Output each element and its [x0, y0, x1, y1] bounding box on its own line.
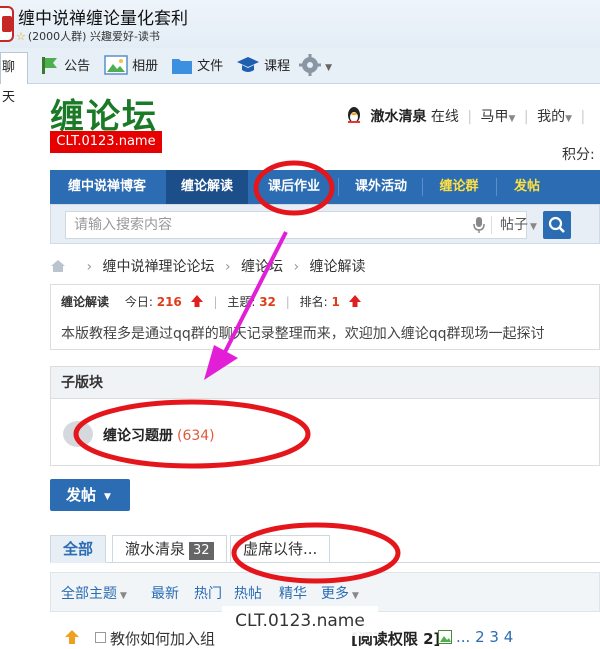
tab-album[interactable]: 相册: [104, 54, 158, 80]
search-button[interactable]: [543, 211, 571, 239]
chevron-down-icon: ▼: [325, 63, 333, 73]
up-arrow-icon: [190, 295, 203, 307]
settings-menu[interactable]: ▼: [299, 54, 332, 80]
forum-intro: 本版教程多是通过qq群的聊天记录整理而来，欢迎加入缠论qq群现场一起探讨: [61, 326, 545, 342]
graduation-cap-icon: [237, 57, 259, 72]
gear-icon: [299, 54, 321, 76]
up-arrow-icon: [348, 295, 361, 307]
tab-vacant[interactable]: 虚席以待...: [230, 535, 331, 563]
announcement-icon: [42, 57, 57, 74]
qq-penguin-icon: [348, 107, 360, 123]
group-avatar[interactable]: [0, 6, 14, 42]
moderator-count-badge: 32: [189, 542, 214, 560]
main-nav: 缠中说禅博客 缠论解读 课后作业 课外活动 缠论群 发帖: [50, 170, 600, 204]
today-count: 216: [156, 295, 182, 309]
filter-featured[interactable]: 精华: [279, 583, 307, 603]
watermark-label: CLT.0123.name: [222, 606, 378, 636]
nav-item-interpretation[interactable]: 缠论解读: [166, 170, 248, 204]
forum-info-panel: 缠论解读 今日: 216 | 主题: 32 | 排名: 1 本版教程多是通过qq…: [50, 284, 600, 350]
subforum-count: (634): [177, 428, 215, 444]
tab-files[interactable]: 文件: [171, 54, 223, 80]
subforum-panel: 子版块 缠论习题册 (634): [50, 366, 600, 466]
microphone-icon[interactable]: [472, 216, 486, 234]
tab-all[interactable]: 全部: [50, 535, 107, 563]
topic-count: 32: [259, 295, 276, 309]
nav-item-group[interactable]: 缠论群: [424, 170, 494, 204]
qq-tab-bar: 聊天 公告 相册 文件 课程 ▼: [0, 48, 600, 105]
tab-chat[interactable]: 聊天: [0, 52, 28, 105]
album-icon: [104, 55, 128, 75]
subforum-link[interactable]: 缠论习题册 (634): [103, 425, 215, 445]
filter-more[interactable]: 更多 ▼: [321, 583, 359, 603]
tab-announcement[interactable]: 公告: [38, 54, 90, 80]
username-link[interactable]: 澈水清泉: [370, 109, 426, 125]
qq-group-header: 缠中说禅缠论量化套利 ☆ (2000人群) 兴趣爱好-读书: [0, 0, 600, 48]
filter-hot[interactable]: 热门: [194, 583, 222, 603]
star-icon: ☆: [16, 30, 26, 43]
nav-item-homework[interactable]: 课后作业: [250, 170, 338, 204]
nav-item-post[interactable]: 发帖: [498, 170, 556, 204]
search-icon: [548, 216, 565, 233]
chevron-down-icon: ▼: [104, 492, 111, 502]
nav-item-activities[interactable]: 课外活动: [340, 170, 422, 204]
subforum-icon: [63, 421, 93, 447]
thread-tabs: 全部 澈水清泉 32 虚席以待...: [50, 535, 600, 563]
group-name: 缠中说禅缠论量化套利: [18, 9, 188, 29]
forum-stats: 缠论解读 今日: 216 | 主题: 32 | 排名: 1: [61, 293, 362, 310]
forum-name: 缠论解读: [61, 295, 110, 309]
tab-course[interactable]: 课程: [236, 54, 290, 80]
breadcrumb-link-forum[interactable]: 缠论坛: [241, 259, 283, 275]
score-label[interactable]: 积分:: [562, 144, 595, 164]
rank-value: 1: [331, 295, 340, 309]
filter-latest[interactable]: 最新: [151, 583, 179, 603]
nav-item-blog[interactable]: 缠中说禅博客: [50, 170, 164, 204]
filter-hot-post[interactable]: 热帖: [234, 583, 262, 603]
home-icon[interactable]: [50, 259, 66, 273]
tab-moderator[interactable]: 澈水清泉 32: [112, 535, 227, 563]
vest-link[interactable]: 马甲: [481, 109, 509, 125]
online-status: 在线: [430, 109, 459, 125]
search-type-select[interactable]: 帖子 ▼: [491, 216, 537, 234]
breadcrumb-link-site[interactable]: 缠中说禅理论论坛: [103, 259, 215, 275]
subforum-header: 子版块: [51, 367, 599, 399]
folder-icon: [172, 59, 192, 74]
site-url-badge: CLT.0123.name: [50, 131, 162, 153]
image-attachment-icon: [438, 630, 452, 644]
pin-up-icon: [65, 630, 79, 644]
filter-all-topics[interactable]: 全部主题 ▼: [61, 583, 127, 603]
my-menu-link[interactable]: 我的: [537, 109, 565, 125]
search-bar: 请输入搜索内容 帖子 ▼: [50, 204, 600, 244]
breadcrumb: › 缠中说禅理论论坛 › 缠论坛 › 缠论解读: [50, 256, 366, 276]
breadcrumb-current[interactable]: 缠论解读: [310, 259, 366, 275]
new-post-button[interactable]: 发帖 ▼: [50, 479, 130, 511]
thread-checkbox[interactable]: [95, 632, 106, 643]
search-input[interactable]: 请输入搜索内容 帖子 ▼: [65, 211, 537, 239]
user-bar: 澈水清泉 在线 | 马甲▼ | 我的▼ |: [346, 106, 589, 126]
thread-pagination[interactable]: ... 2 3 4: [438, 628, 513, 646]
group-info: ☆ (2000人群) 兴趣爱好-读书: [16, 30, 160, 43]
